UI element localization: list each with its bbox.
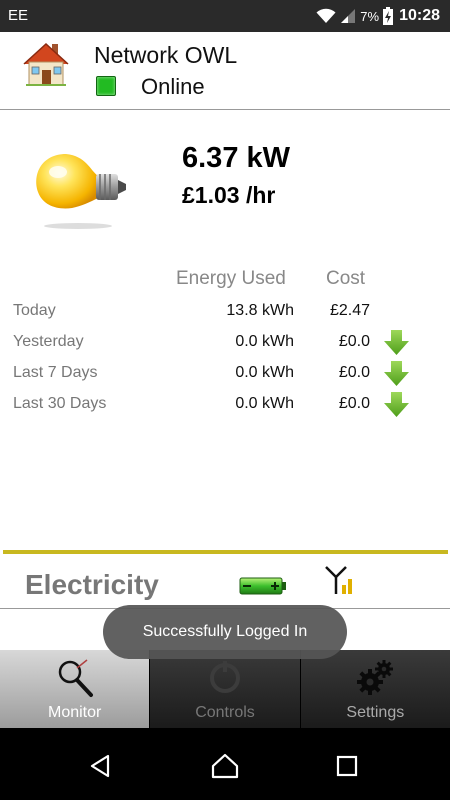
tab-label: Monitor [47, 704, 102, 721]
battery-full-icon [239, 577, 286, 595]
sensor-label: Electricity [25, 569, 159, 600]
down-arrow-icon [384, 361, 409, 386]
table-row: Yesterday 0.0 kWh £0.0 [0, 329, 450, 359]
sensor-divider [3, 550, 448, 554]
bottom-tab-bar: Monitor Controls Settings [0, 650, 450, 728]
status-indicator [96, 76, 116, 96]
row-label: Today [13, 302, 56, 319]
tab-monitor[interactable]: Monitor [0, 650, 151, 728]
table-row: Last 7 Days 0.0 kWh £0.0 [0, 360, 450, 390]
tab-label: Controls [195, 704, 255, 721]
back-icon[interactable] [86, 752, 114, 780]
device-name: Network OWL [94, 42, 238, 68]
cost-header: Cost [326, 268, 366, 289]
row-label: Yesterday [13, 333, 84, 350]
row-energy: 13.8 kWh [226, 302, 294, 319]
row-cost: £0.0 [338, 364, 370, 381]
magnifier-icon [58, 659, 93, 697]
current-power: 6.37 kW [182, 142, 290, 174]
battery-charging-icon [383, 7, 394, 25]
system-nav-bar [0, 728, 450, 800]
down-arrow-icon [384, 392, 409, 417]
gears-icon [357, 660, 394, 695]
row-label: Last 7 Days [13, 364, 98, 381]
radio-signal-icon [325, 566, 352, 594]
connection-status: Online [141, 74, 205, 99]
status-bar: EE 7% 10:28 [0, 0, 450, 32]
carrier-name: EE [8, 7, 29, 24]
table-row: Last 30 Days 0.0 kWh £0.0 [0, 391, 450, 421]
recents-icon[interactable] [333, 752, 361, 780]
cost-per-hour: £1.03 /hr [182, 182, 276, 208]
controls-icon [209, 661, 240, 693]
energy-used-header: Energy Used [176, 268, 286, 289]
status-icons: 7% 10:28 [316, 4, 440, 28]
wifi-icon [316, 8, 336, 23]
home-icon[interactable] [211, 752, 239, 780]
device-header: Network OWL Online [0, 32, 450, 109]
header-divider [0, 109, 450, 110]
battery-percent: 7% [360, 8, 380, 24]
tab-label: Settings [346, 704, 405, 721]
down-arrow-icon [384, 330, 409, 355]
table-row: Today 13.8 kWh £2.47 [0, 298, 450, 328]
row-cost: £2.47 [329, 302, 370, 319]
clock: 10:28 [399, 7, 440, 24]
house-icon [23, 42, 69, 86]
row-cost: £0.0 [338, 395, 370, 412]
lightbulb-icon [36, 154, 126, 229]
row-energy: 0.0 kWh [235, 333, 294, 350]
tab-settings[interactable]: Settings [300, 650, 450, 728]
row-energy: 0.0 kWh [235, 364, 294, 381]
row-cost: £0.0 [338, 333, 370, 350]
toast-message: Successfully Logged In [103, 605, 347, 659]
tab-controls[interactable]: Controls [150, 650, 301, 728]
row-label: Last 30 Days [13, 395, 107, 412]
row-energy: 0.0 kWh [235, 395, 294, 412]
cell-signal-icon [341, 9, 356, 23]
